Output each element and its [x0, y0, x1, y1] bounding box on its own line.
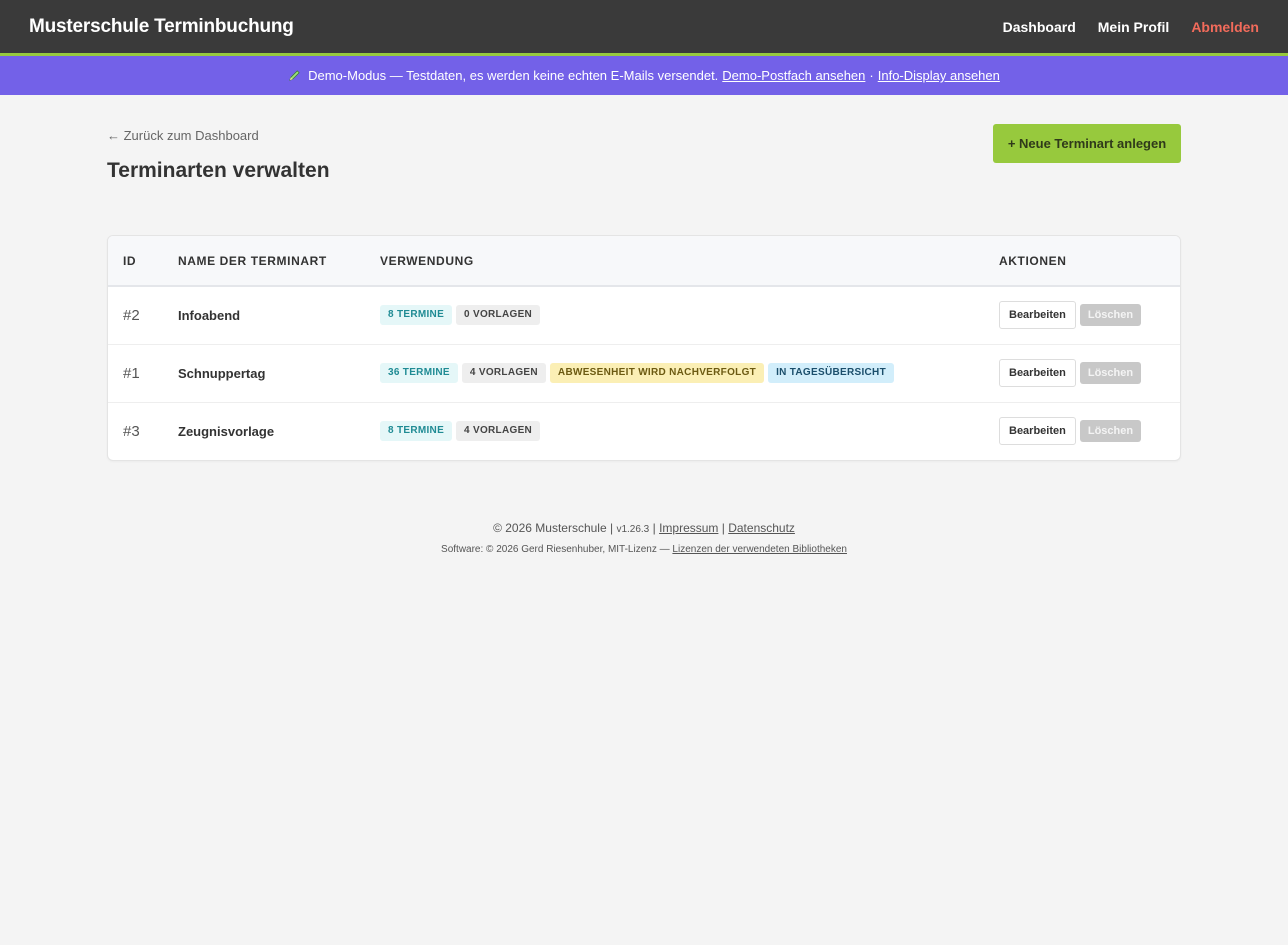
edit-button[interactable]: Bearbeiten: [999, 301, 1076, 330]
table-header-row: ID Name der Terminart Verwendung Aktione…: [108, 236, 1180, 286]
row-name: Schnuppertag: [178, 365, 266, 381]
column-header-usage: Verwendung: [380, 253, 474, 268]
page-title: Terminarten verwalten: [107, 159, 330, 182]
row-actions: Bearbeiten Löschen: [984, 344, 1180, 402]
nav-logout-link[interactable]: Abmelden: [1191, 19, 1259, 35]
termine-badge: 36 Termine: [380, 363, 458, 383]
demo-mode-banner: Demo-Modus — Testdaten, es werden keine …: [0, 56, 1288, 95]
table-row: #3 Zeugnisvorlage 8 Termine 4 Vorlagen B…: [108, 402, 1180, 460]
vorlagen-badge: 4 Vorlagen: [461, 363, 546, 383]
termine-badge: 8 Termine: [380, 305, 453, 326]
column-header-actions: Aktionen: [999, 253, 1067, 268]
footer-pipe: |: [721, 521, 725, 535]
footer-copyright-line: © 2026 Musterschule | v1.26.3 | Impressu…: [107, 521, 1181, 535]
vorlagen-badge: 4 Vorlagen: [456, 421, 541, 442]
pencil-icon: [288, 69, 301, 82]
delete-button[interactable]: Löschen: [1079, 420, 1142, 443]
row-name: Infoabend: [178, 307, 241, 323]
row-id: #2: [123, 306, 140, 324]
main-nav: Dashboard Mein Profil Abmelden: [1003, 19, 1259, 35]
column-header-name: Name der Terminart: [178, 253, 327, 268]
page-footer: © 2026 Musterschule | v1.26.3 | Impressu…: [107, 521, 1181, 555]
info-display-link[interactable]: Info-Display ansehen: [878, 68, 1000, 83]
version-number: v1.26.3: [616, 524, 650, 535]
footer-software-line: Software: © 2026 Gerd Riesenhuber, MIT-L…: [107, 544, 1181, 555]
demo-banner-text: Demo-Modus — Testdaten, es werden keine …: [308, 68, 719, 83]
top-navigation-bar: Musterschule Terminbuchung Dashboard Mei…: [0, 0, 1288, 56]
row-actions: Bearbeiten Löschen: [984, 402, 1180, 460]
impressum-link[interactable]: Impressum: [659, 521, 718, 535]
main-content: ← Zurück zum Dashboard Terminarten verwa…: [107, 95, 1181, 555]
termine-badge: 8 Termine: [380, 421, 453, 442]
licenses-link[interactable]: Lizenzen der verwendeten Bibliotheken: [672, 544, 847, 555]
software-credit: Software: © 2026 Gerd Riesenhuber, MIT-L…: [441, 544, 670, 555]
absence-tracking-badge: Abwesenheit wird nachverfolgt: [549, 363, 765, 383]
row-usage: 8 Termine 4 Vorlagen: [365, 402, 984, 460]
demo-mailbox-link[interactable]: Demo-Postfach ansehen: [722, 68, 865, 83]
delete-button[interactable]: Löschen: [1079, 362, 1142, 384]
nav-profile-link[interactable]: Mein Profil: [1098, 19, 1170, 35]
table-row: #2 Infoabend 8 Termine 0 Vorlagen Bearbe…: [108, 286, 1180, 344]
row-id: #3: [123, 422, 140, 440]
daily-overview-badge: In Tagesübersicht: [768, 363, 894, 383]
new-appointment-type-button[interactable]: + Neue Terminart anlegen: [993, 124, 1181, 163]
edit-button[interactable]: Bearbeiten: [999, 417, 1076, 446]
banner-separator: ·: [869, 68, 874, 83]
nav-dashboard-link[interactable]: Dashboard: [1003, 19, 1076, 35]
footer-pipe: |: [652, 521, 656, 535]
page-header: ← Zurück zum Dashboard Terminarten verwa…: [107, 95, 1181, 235]
vorlagen-badge: 0 Vorlagen: [456, 305, 541, 326]
row-usage: 36 Termine 4 Vorlagen Abwesenheit wird n…: [365, 344, 984, 402]
datenschutz-link[interactable]: Datenschutz: [728, 521, 795, 535]
row-id: #1: [123, 364, 140, 382]
footer-copyright: © 2026 Musterschule |: [493, 521, 614, 535]
edit-button[interactable]: Bearbeiten: [999, 359, 1076, 387]
back-to-dashboard-link[interactable]: ← Zurück zum Dashboard: [107, 128, 259, 143]
app-brand[interactable]: Musterschule Terminbuchung: [29, 16, 294, 38]
delete-button[interactable]: Löschen: [1079, 304, 1142, 327]
row-name: Zeugnisvorlage: [178, 423, 275, 439]
row-usage: 8 Termine 0 Vorlagen: [365, 286, 984, 344]
column-header-id: ID: [123, 253, 137, 268]
table-row: #1 Schnuppertag 36 Termine 4 Vorlagen Ab…: [108, 344, 1180, 402]
row-actions: Bearbeiten Löschen: [984, 286, 1180, 344]
appointment-types-table: ID Name der Terminart Verwendung Aktione…: [107, 235, 1181, 461]
